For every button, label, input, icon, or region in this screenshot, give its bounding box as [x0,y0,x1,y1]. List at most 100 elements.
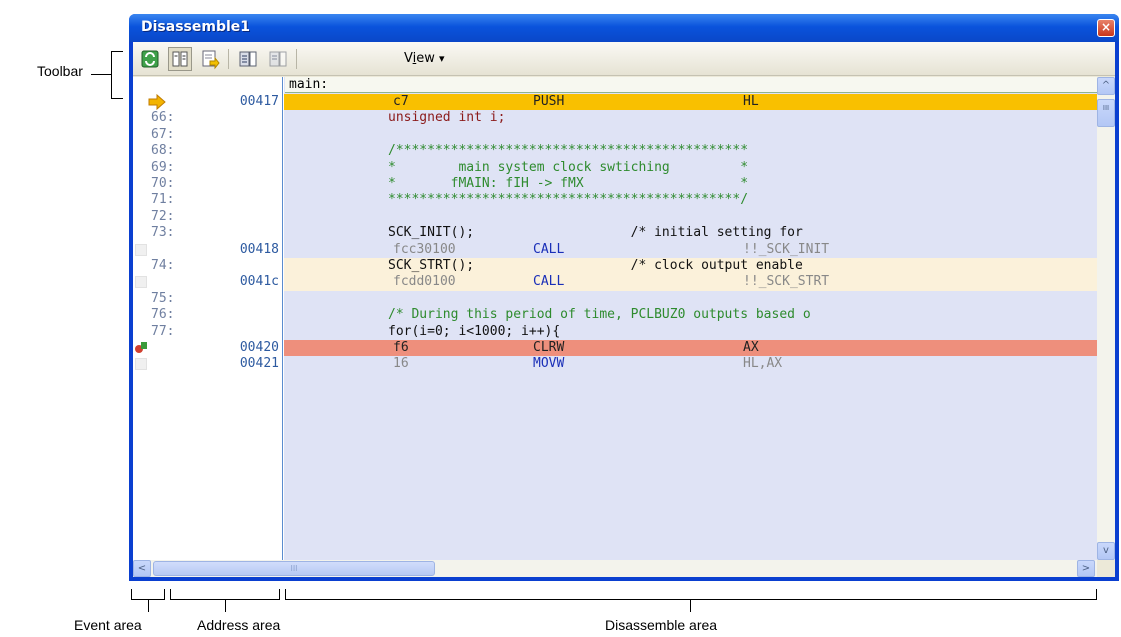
close-button[interactable]: × [1097,19,1115,37]
disassemble-area-label: Disassemble area [605,617,718,633]
source-text: /***************************************… [388,143,749,159]
step-over-icon [269,51,287,67]
line-number: 73: [151,225,175,241]
source-row[interactable]: 76: /* During this period of time, PCLBUZ… [133,307,1097,323]
event-area-label: Event area [74,617,142,633]
address-area-bracket [170,589,280,600]
event-slot[interactable] [135,358,147,371]
mnemonic: CALL [533,241,565,257]
source-row[interactable]: 75: [133,291,1097,307]
operand: !!_SCK_INIT [743,241,830,257]
event-slot[interactable] [135,276,147,289]
jump-to-source-icon [202,50,220,70]
event-area-tick [148,600,149,612]
vertical-scroll-thumb[interactable]: III [1097,99,1115,127]
instruction-code: c7 [393,94,409,109]
instruction-code: fcc30100 [393,241,456,257]
toolbar: View ▾ [133,42,1115,76]
operand: AX [743,340,759,355]
pc-arrow-icon[interactable] [147,93,167,111]
grip-icon: III [290,564,298,573]
scroll-up-button[interactable]: ^ [1097,77,1115,95]
disassemble-area-tick [690,600,691,612]
source-text: SCK_INIT(); /* initial setting for [388,225,803,241]
chevron-right-icon: > [1081,563,1091,574]
scroll-right-button[interactable]: > [1077,560,1095,577]
horizontal-scrollbar[interactable]: < III > [133,560,1097,577]
mixed-display-icon [172,51,188,67]
address: 00421 [239,356,279,372]
line-number: 69: [151,159,175,175]
event-slot[interactable] [135,243,147,256]
scroll-left-button[interactable]: < [133,560,151,577]
view-menu-label-suffix: ew [416,51,435,66]
line-number: 71: [151,192,175,208]
disassemble-window: Disassemble1 × View ▾ main: 00417 c7 PUS… [129,14,1119,581]
chevron-down-icon: ▾ [439,52,445,65]
address: 00417 [239,94,279,109]
label-main: main: [289,77,329,92]
view-menu[interactable]: View ▾ [404,51,445,66]
window-title: Disassemble1 [141,19,251,35]
title-bar[interactable]: Disassemble1 × [129,14,1119,42]
asm-row[interactable]: 00421 16 MOVW HL,AX [133,356,1097,372]
source-row[interactable]: 66: unsigned int i; [133,110,1097,126]
source-row[interactable]: 70: * fMAIN: fIH -> fMX * [133,176,1097,192]
jump-to-source-button[interactable] [198,47,222,71]
chevron-down-icon: v [1103,545,1109,556]
source-row[interactable]: 74: SCK_STRT(); /* clock output enable [133,258,1097,275]
mnemonic: CALL [533,274,565,290]
line-number: 68: [151,143,175,159]
asm-row[interactable]: 00417 c7 PUSH HL [133,93,1097,111]
line-number: 67: [151,126,175,142]
toolbar-annotation-bracket [111,51,123,99]
toolbar-separator [296,49,297,69]
source-text: * fMAIN: fIH -> fMX * [388,176,749,191]
source-row[interactable]: 69: * main system clock swtiching * [133,160,1097,176]
grip-icon: III [1102,104,1110,112]
refresh-icon [141,50,159,68]
line-number: 70: [151,176,175,191]
source-text: * main system clock swtiching * [388,159,749,175]
asm-row[interactable]: 00418 fcc30100 CALL !!_SCK_INIT [133,242,1097,258]
address: 0041c [239,274,279,290]
source-row[interactable]: 71: *************************************… [133,192,1097,208]
source-text: for(i=0; i<1000; i++){ [388,323,561,339]
line-number: 76: [151,307,175,323]
chevron-up-icon: ^ [1101,80,1111,91]
window-client: View ▾ main: 00417 c7 PUSH HL 66: unsigned in… [133,42,1115,577]
source-row[interactable]: 68: /************************************… [133,143,1097,159]
line-number: 66: [151,110,175,126]
toolbar-annotation-tick [91,74,111,75]
refresh-button[interactable] [138,47,162,71]
mnemonic: PUSH [533,94,565,109]
view-menu-label-prefix: V [404,51,413,66]
line-number: 77: [151,323,175,339]
vertical-scrollbar[interactable]: ^ III v [1097,77,1115,560]
source-row[interactable]: 67: [133,127,1097,143]
address: 00418 [239,241,279,257]
asm-row[interactable]: 00420 f6 CLRW AX [133,340,1097,357]
step-in-button[interactable] [236,47,260,71]
line-number: 75: [151,290,175,306]
source-text: ****************************************… [388,192,749,208]
source-row[interactable]: 72: [133,209,1097,225]
scroll-down-button[interactable]: v [1097,542,1115,560]
operand: HL,AX [743,356,783,372]
source-text: /* During this period of time, PCLBUZ0 o… [388,307,811,323]
mnemonic: CLRW [533,340,565,355]
source-row[interactable]: 77: for(i=0; i<1000; i++){ [133,324,1097,340]
breakpoint-icon[interactable] [133,340,149,356]
source-text: SCK_STRT(); /* clock output enable [388,258,803,273]
disassemble-area-bracket [285,589,1097,600]
horizontal-scroll-thumb[interactable]: III [153,561,435,576]
instruction-code: f6 [393,340,409,355]
operand: HL [743,94,759,109]
asm-row[interactable]: 0041c fcdd0100 CALL !!_SCK_STRT [133,274,1097,291]
step-over-button[interactable] [266,47,290,71]
source-row[interactable]: 73: SCK_INIT(); /* initial setting for [133,225,1097,241]
mixed-display-button[interactable] [168,47,192,71]
disassemble-panel[interactable]: main: 00417 c7 PUSH HL 66: unsigned int i; 67:… [133,77,1097,560]
toolbar-separator [228,49,229,69]
address: 00420 [239,340,279,355]
